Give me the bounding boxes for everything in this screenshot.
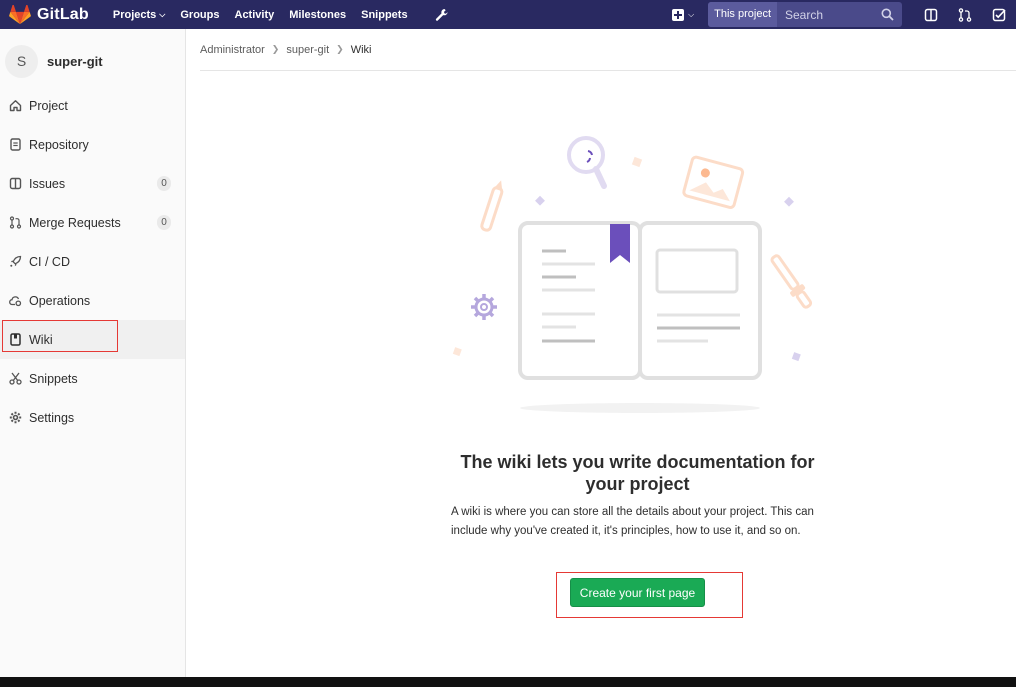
chevron-down-icon: ⌵ <box>688 9 695 19</box>
nav-milestones[interactable]: Milestones <box>289 9 346 21</box>
plus-icon <box>672 8 685 21</box>
nav-activity[interactable]: Activity <box>235 9 275 21</box>
merge-request-icon <box>9 216 22 229</box>
search-box: This project <box>708 2 902 27</box>
sidebar-item-ci-cd[interactable]: CI / CD <box>0 242 185 281</box>
scissors-icon <box>9 372 22 385</box>
project-name: super-git <box>47 53 103 69</box>
breadcrumb-project[interactable]: super-git <box>286 44 329 56</box>
nav-snippets[interactable]: Snippets <box>361 9 407 21</box>
create-button-highlight-box <box>556 572 743 618</box>
sidebar-item-operations[interactable]: Operations <box>0 281 185 320</box>
sidebar-item-issues[interactable]: Issues 0 <box>0 164 185 203</box>
gitlab-logo-icon <box>9 4 31 24</box>
sidebar-item-snippets[interactable]: Snippets <box>0 359 185 398</box>
nav-projects[interactable]: Projects ⌵ <box>113 9 166 21</box>
sidebar-item-merge-requests[interactable]: Merge Requests 0 <box>0 203 185 242</box>
chevron-right-icon: ❯ <box>271 44 280 54</box>
home-icon <box>9 100 22 112</box>
sidebar-item-settings[interactable]: Settings <box>0 398 185 437</box>
sidebar-item-project[interactable]: Project <box>0 86 185 125</box>
new-dropdown-button[interactable]: ⌵ <box>672 8 695 21</box>
breadcrumb: Administrator ❯ super-git ❯ Wiki <box>200 29 1016 71</box>
top-navbar: GitLab Projects ⌵ Groups Activity Milest… <box>0 0 1016 29</box>
document-icon <box>10 138 21 151</box>
wiki-empty-state-illustration <box>452 136 813 413</box>
main-nav: Projects ⌵ Groups Activity Milestones Sn… <box>113 0 449 29</box>
search-scope-badge[interactable]: This project <box>708 2 777 27</box>
avatar: S <box>5 44 38 78</box>
todos-check-icon[interactable] <box>992 8 1006 22</box>
search-icon <box>881 8 894 21</box>
rocket-icon <box>10 255 22 267</box>
issues-icon[interactable] <box>924 8 938 22</box>
breadcrumb-wiki[interactable]: Wiki <box>351 44 372 56</box>
issues-count-badge: 0 <box>157 176 171 191</box>
merge-request-icon[interactable] <box>958 7 972 22</box>
merge-requests-count-badge: 0 <box>157 215 171 230</box>
gear-icon <box>9 411 22 424</box>
gitlab-home-link[interactable]: GitLab <box>0 0 89 29</box>
empty-state-title: The wiki lets you write documentation fo… <box>460 452 815 494</box>
sidebar-item-repository[interactable]: Repository <box>0 125 185 164</box>
issues-icon <box>9 177 22 190</box>
wiki-highlight-box <box>2 320 118 352</box>
navbar-right: ⌵ This project <box>672 0 1016 29</box>
admin-wrench-icon[interactable] <box>435 8 449 22</box>
sidebar-project-header[interactable]: S super-git <box>0 29 185 83</box>
nav-groups[interactable]: Groups <box>180 9 219 21</box>
gitlab-brand-name: GitLab <box>37 5 89 23</box>
chevron-down-icon: ⌵ <box>159 9 166 19</box>
sidebar-menu: Project Repository Issues 0 Merge Reques… <box>0 86 185 437</box>
search-input[interactable] <box>777 2 881 27</box>
empty-state-description: A wiki is where you can store all the de… <box>451 506 814 537</box>
project-sidebar: S super-git Project Repository Issues 0 … <box>0 29 186 677</box>
screen-bottom-edge <box>0 677 1016 687</box>
cloud-gear-icon <box>9 296 22 307</box>
breadcrumb-administrator[interactable]: Administrator <box>200 44 265 56</box>
chevron-right-icon: ❯ <box>336 44 344 54</box>
